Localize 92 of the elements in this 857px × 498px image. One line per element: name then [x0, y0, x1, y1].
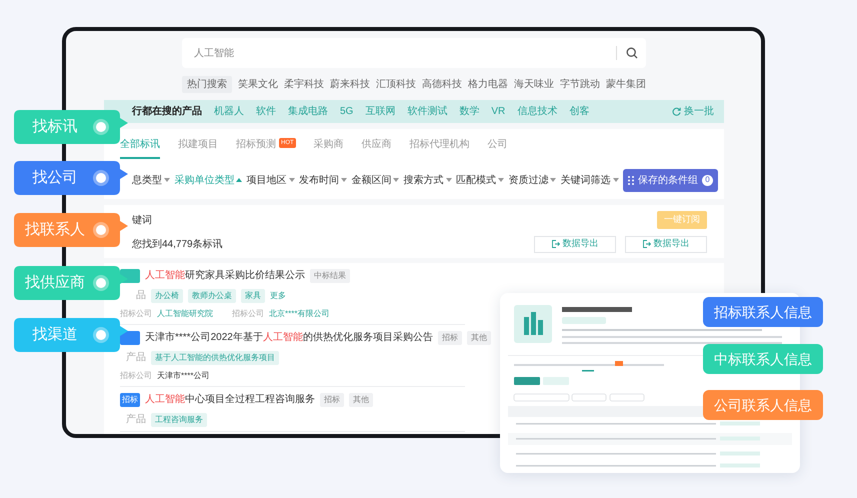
feature-label[interactable]: 找公司: [14, 161, 130, 195]
caret-icon: [612, 178, 619, 182]
hot-search-link[interactable]: 高德科技: [422, 77, 462, 92]
product-tag: 办公椅: [151, 288, 183, 302]
product-link[interactable]: 创客: [569, 104, 590, 119]
hot-search-link[interactable]: 字节跳动: [560, 77, 600, 92]
hot-search-label: 热门搜索: [182, 76, 232, 93]
export-button[interactable]: 数据导出: [625, 236, 707, 252]
company-label: 招标公司: [232, 308, 264, 320]
popular-products-title: 行都在搜的产品: [132, 104, 202, 119]
category-tab[interactable]: 拟建项目: [178, 137, 218, 159]
info-label: 公司联系人信息: [703, 390, 823, 420]
type-tag: 招标: [438, 330, 462, 344]
product-label: 产品: [125, 350, 146, 365]
export-icon: [552, 240, 560, 248]
search-icon: [626, 47, 638, 59]
hot-search-link[interactable]: 海天味业: [514, 77, 554, 92]
company-label: 招标公司: [120, 370, 152, 382]
export-icon: [642, 240, 650, 248]
more-link[interactable]: 更多: [270, 290, 286, 302]
result-title[interactable]: 人工智能研究家具采购比价结果公示: [145, 268, 305, 283]
product-tag: 家具: [241, 288, 265, 302]
target-icon: [96, 122, 106, 132]
category-tab[interactable]: 招标代理机构: [410, 137, 470, 159]
type-tag: 招标: [320, 392, 344, 406]
caret-icon: [340, 178, 347, 182]
result-count: 您找到44,779条标讯: [132, 238, 223, 252]
caret-icon: [288, 178, 295, 182]
info-label: 招标联系人信息: [703, 297, 823, 327]
hot-search-link[interactable]: 柔宇科技: [284, 77, 324, 92]
hot-search-link[interactable]: 汇顶科技: [376, 77, 416, 92]
product-link[interactable]: 数学: [459, 104, 480, 119]
product-link[interactable]: 信息技术: [517, 104, 558, 119]
product-link[interactable]: 软件测试: [407, 104, 448, 119]
refresh-icon: [672, 107, 681, 116]
caret-icon: [164, 178, 170, 182]
filter-dropdown[interactable]: 项目地区: [246, 172, 295, 188]
result-title[interactable]: 人工智能中心项目全过程工程咨询服务: [145, 392, 315, 407]
product-link[interactable]: 集成电路: [288, 104, 328, 119]
company-label: 招标公司: [120, 308, 152, 320]
product-link[interactable]: 软件: [256, 104, 276, 119]
target-icon: [96, 225, 106, 235]
caret-icon: [393, 178, 400, 182]
category-tab[interactable]: 供应商: [362, 137, 392, 159]
grid-icon: [628, 176, 634, 184]
keyword-label: 键词: [132, 214, 152, 228]
refresh-link[interactable]: 换一批: [672, 104, 714, 119]
product-tag: 工程咨询服务: [151, 412, 207, 426]
filter-dropdown[interactable]: 搜索方式: [404, 172, 452, 188]
product-link[interactable]: 5G: [340, 104, 354, 119]
filter-dropdown[interactable]: 金额区间: [351, 172, 400, 188]
company-link[interactable]: 北京****有限公司: [269, 308, 330, 320]
company-name: 天津市****公司: [157, 370, 210, 382]
info-label: 中标联系人信息: [703, 344, 823, 374]
export-button[interactable]: 数据导出: [534, 236, 616, 252]
type-tag: 其他: [466, 330, 491, 344]
target-icon: [96, 278, 106, 288]
filter-dropdown[interactable]: 发布时间: [298, 172, 347, 188]
caret-icon: [498, 178, 504, 182]
product-label: 品: [135, 289, 146, 303]
filter-dropdown[interactable]: 采购单位类型: [174, 172, 242, 188]
target-icon: [96, 173, 106, 183]
caret-icon: [236, 178, 242, 182]
hot-search-link[interactable]: 格力电器: [468, 77, 508, 92]
filter-dropdown[interactable]: 关键词筛选: [560, 172, 619, 188]
category-tab[interactable]: 采购商: [314, 137, 344, 159]
result-title[interactable]: 天津市****公司2022年基于人工智能的供热优化服务项目采购公告: [145, 330, 433, 345]
type-tag: 其他: [349, 392, 373, 406]
caret-icon: [446, 178, 452, 182]
feature-label[interactable]: 找供应商: [14, 266, 130, 300]
saved-conditions-button[interactable]: 保存的条件组 0: [622, 168, 718, 192]
hot-search-link[interactable]: 笑果文化: [238, 77, 278, 92]
filter-dropdown[interactable]: 资质过滤: [508, 172, 556, 188]
filter-dropdown[interactable]: 匹配模式: [456, 172, 504, 188]
target-icon: [96, 330, 106, 340]
hot-search-link[interactable]: 蔚来科技: [330, 77, 370, 92]
product-link[interactable]: 互联网: [365, 104, 396, 119]
product-tag: 基于人工智能的供热优化服务项目: [151, 350, 279, 364]
status-badge: 招标: [120, 392, 140, 406]
product-label: 产品: [125, 412, 146, 427]
hot-search-link[interactable]: 蒙牛集团: [606, 77, 646, 92]
caret-icon: [550, 178, 556, 182]
product-tag: 教师办公桌: [188, 288, 236, 302]
filter-dropdown[interactable]: 息类型: [132, 172, 170, 188]
product-link[interactable]: 机器人: [214, 104, 244, 119]
company-link[interactable]: 人工智能研究院: [157, 308, 213, 320]
type-tag: 中标结果: [310, 268, 350, 282]
category-tab[interactable]: 公司: [488, 137, 508, 159]
count-badge: 0: [702, 174, 713, 186]
feature-label[interactable]: 找渠道: [14, 318, 130, 352]
feature-label[interactable]: 找联系人: [14, 213, 130, 247]
product-link[interactable]: VR: [491, 104, 506, 119]
